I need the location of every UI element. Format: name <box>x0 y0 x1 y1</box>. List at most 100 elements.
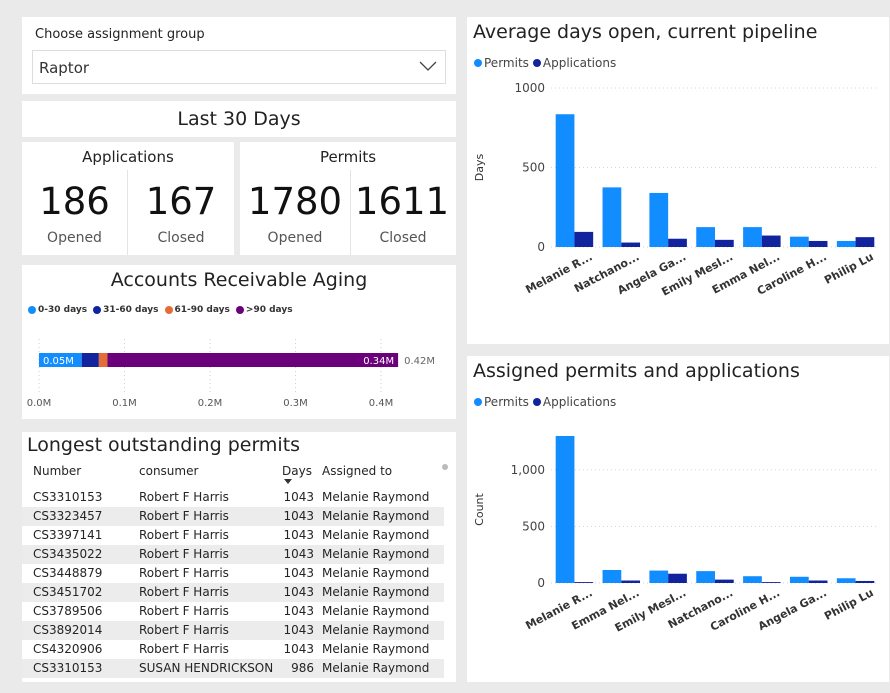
avg-days-bar-plot: Days05001000Melanie R...Natchano...Angel… <box>473 81 879 299</box>
cell-days: 1043 <box>283 623 314 637</box>
cell-number: CS4320906 <box>33 642 103 656</box>
cell-assigned-to: Melanie Raymond <box>322 585 430 599</box>
avg-days-open-chart: Average days open, current pipeline Perm… <box>467 17 889 344</box>
applications-closed-value: 167 <box>145 180 217 223</box>
bar-applications[interactable] <box>761 582 781 583</box>
bar-applications[interactable] <box>574 582 594 583</box>
cell-consumer: Robert F Harris <box>139 604 229 618</box>
bar-permits[interactable] <box>743 227 762 247</box>
cell-assigned-to: Melanie Raymond <box>322 490 430 504</box>
period-header: Last 30 Days <box>22 101 456 137</box>
cell-assigned-to: Melanie Raymond <box>322 509 430 523</box>
bar-applications[interactable] <box>808 240 828 247</box>
bar-permits[interactable] <box>649 570 669 583</box>
permits-kpi-title: Permits <box>319 148 377 166</box>
bar-permits[interactable] <box>602 187 622 247</box>
table-row[interactable]: CS3451702 Robert F Harris 1043 Melanie Raym… <box>22 583 444 602</box>
bar-applications[interactable] <box>808 580 828 583</box>
cell-assigned-to: Melanie Raymond <box>322 547 430 561</box>
y-axis-title: Days <box>473 154 486 182</box>
column-header-assigned-to[interactable]: Assigned to <box>322 464 392 478</box>
bar-permits[interactable] <box>649 192 669 247</box>
bar-permits[interactable] <box>696 571 715 583</box>
cell-days: 1043 <box>283 642 314 656</box>
table-row[interactable]: CS3448879 Robert F Harris 1043 Melanie Raym… <box>22 564 444 583</box>
cell-consumer: Robert F Harris <box>139 642 229 656</box>
x-tick-label: Philip Lu <box>822 250 876 287</box>
table-title: Longest outstanding permits <box>27 434 301 456</box>
assignment-group-dropdown[interactable]: Raptor <box>32 50 446 84</box>
cell-days: 1043 <box>283 490 314 504</box>
bar-applications[interactable] <box>855 237 875 247</box>
cell-assigned-to: Melanie Raymond <box>322 661 430 675</box>
y-tick-label: 500 <box>522 161 545 175</box>
column-header-consumer[interactable]: consumer <box>139 464 198 478</box>
x-tick-label: 0.3M <box>283 398 308 409</box>
bar-permits[interactable] <box>836 578 856 583</box>
period-title: Last 30 Days <box>177 108 301 130</box>
chevron-down-icon <box>419 61 437 71</box>
permits-opened-label: Opened <box>267 230 323 246</box>
cell-consumer: Robert F Harris <box>139 509 229 523</box>
y-tick-label: 0 <box>537 240 545 254</box>
bar-permits[interactable] <box>555 114 575 247</box>
bar-applications[interactable] <box>668 238 687 247</box>
bar-applications[interactable] <box>574 231 594 247</box>
x-tick-label: Philip Lu <box>822 586 876 623</box>
bar-applications[interactable] <box>621 580 641 583</box>
table-row[interactable]: CS3892014 Robert F Harris 1043 Melanie Raym… <box>22 621 444 640</box>
bar-permits[interactable] <box>555 436 575 583</box>
cell-consumer: Robert F Harris <box>139 585 229 599</box>
table-body: CS3310153 Robert F Harris 1043 Melanie Raym… <box>22 488 447 682</box>
cell-consumer: Robert F Harris <box>139 528 229 542</box>
bar-applications[interactable] <box>855 580 875 583</box>
bar-applications[interactable] <box>621 242 641 247</box>
x-tick-label: 0.0M <box>27 398 52 409</box>
table-row[interactable]: CS3323457 Robert F Harris 1043 Melanie Raym… <box>22 507 444 526</box>
ar-aging-card: Accounts Receivable Aging 0-30 days 31-6… <box>22 265 456 419</box>
cell-number: CS3448879 <box>33 566 103 580</box>
table-header: Number consumer Days Assigned to <box>22 463 448 487</box>
x-tick-label: 0.2M <box>198 398 223 409</box>
applications-kpi-title: Applications <box>82 148 174 166</box>
table-row[interactable]: CS3310153 Robert F Harris 1043 Melanie Raym… <box>22 488 444 507</box>
bar-permits[interactable] <box>743 576 762 583</box>
column-header-number[interactable]: Number <box>33 464 81 478</box>
table-row[interactable]: CS3789506 Robert F Harris 1043 Melanie Raym… <box>22 602 444 621</box>
table-row[interactable]: CS3435022 Robert F Harris 1043 Melanie Raym… <box>22 545 444 564</box>
bar-permits[interactable] <box>836 240 856 247</box>
segment-label-last: 0.34M <box>363 356 394 367</box>
segment-31-60[interactable] <box>81 353 99 367</box>
cell-number: CS3310153 <box>33 661 103 675</box>
cell-days: 1043 <box>283 547 314 561</box>
cell-days: 1043 <box>283 509 314 523</box>
bar-applications[interactable] <box>715 579 734 583</box>
table-row[interactable]: CS3310153 SUSAN HENDRICKSON 986 Melanie Ray… <box>22 659 444 678</box>
outstanding-permits-table: Longest outstanding permits Number consu… <box>22 432 456 682</box>
bar-applications[interactable] <box>715 239 734 247</box>
dropdown-value: Raptor <box>39 59 90 77</box>
bar-applications[interactable] <box>668 573 687 583</box>
permits-opened-value: 1780 <box>247 180 343 223</box>
cell-number: CS3892014 <box>33 623 103 637</box>
ar-aging-bar-chart: 0.0M 0.1M 0.2M 0.3M 0.4M 0.05M 0.34M 0.42M <box>27 339 435 409</box>
permits-closed-value: 1611 <box>354 180 450 223</box>
bar-permits[interactable] <box>602 569 622 583</box>
table-row[interactable]: CS4320906 Robert F Harris 1043 Melanie Raym… <box>22 640 444 659</box>
segment-90-plus[interactable] <box>107 353 399 367</box>
bar-applications[interactable] <box>761 235 781 247</box>
cell-days: 1043 <box>283 528 314 542</box>
assigned-bar-plot: Count05001,000Melanie R...Emma Nel...Emi… <box>473 436 879 635</box>
bar-permits[interactable] <box>696 227 715 247</box>
table-row[interactable]: CS3397141 Robert F Harris 1043 Melanie Raym… <box>22 526 444 545</box>
x-tick-label: 0.1M <box>112 398 137 409</box>
slicer-label: Choose assignment group <box>35 27 205 42</box>
assigned-permits-chart: Assigned permits and applications Permit… <box>467 356 889 682</box>
bar-permits[interactable] <box>789 236 809 247</box>
scroll-indicator[interactable] <box>442 464 448 470</box>
bar-permits[interactable] <box>789 576 809 583</box>
column-header-days[interactable]: Days <box>282 464 312 478</box>
applications-opened-label: Opened <box>47 230 102 246</box>
segment-61-90[interactable] <box>98 353 108 367</box>
y-tick-label: 500 <box>522 519 545 533</box>
